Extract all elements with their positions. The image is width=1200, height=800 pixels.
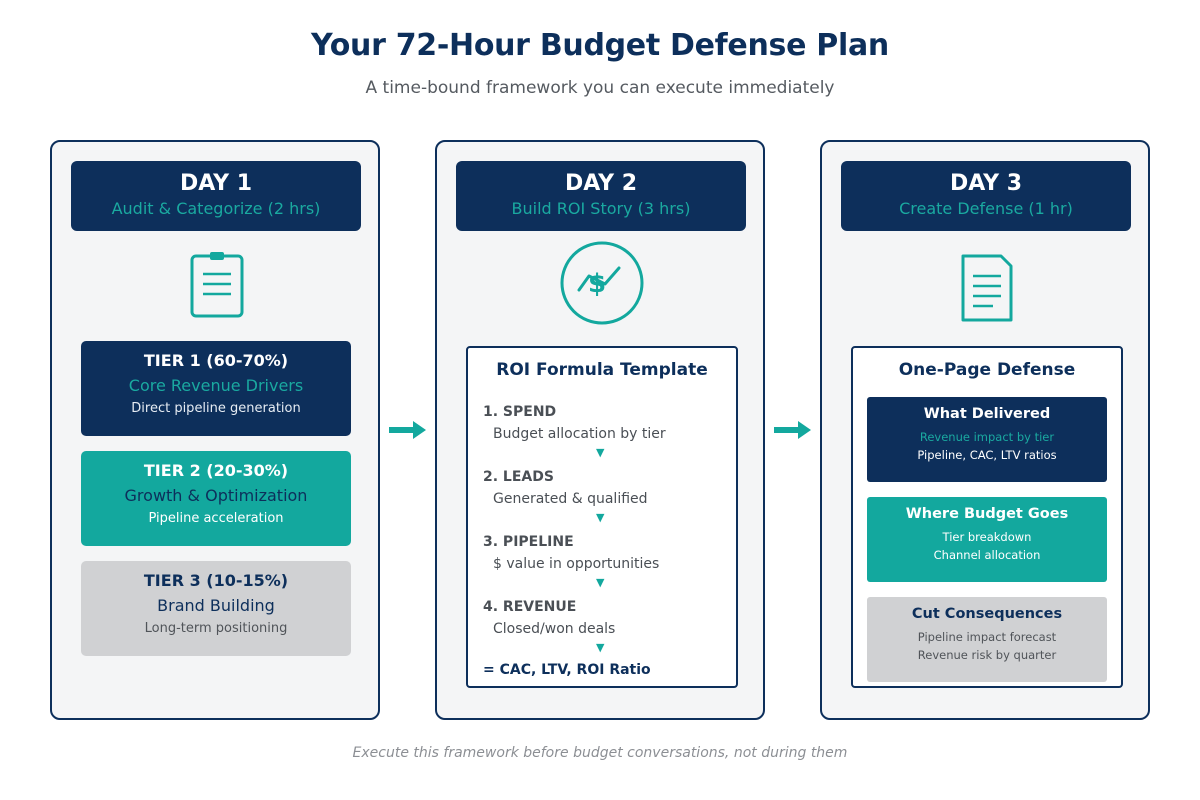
tier-name: Brand Building	[157, 596, 275, 615]
day-2-header: DAY 2 Build ROI Story (3 hrs)	[456, 161, 746, 231]
day-2-title: DAY 2	[564, 171, 638, 196]
roi-step: 3. PIPELINE $ value in opportunities	[483, 534, 723, 572]
tier-title: TIER 2 (20-30%)	[143, 461, 289, 480]
defense-panel-title: One-Page Defense	[898, 360, 1076, 380]
arrow-right-icon	[774, 420, 812, 444]
tier-description: Direct pipeline generation	[131, 401, 301, 416]
footer-note: Execute this framework before budget con…	[352, 745, 848, 761]
box-line: Pipeline, CAC, LTV ratios	[917, 448, 1057, 462]
roi-step: 1. SPEND Budget allocation by tier	[483, 404, 723, 442]
down-arrow-icon: ▼	[596, 576, 605, 589]
page-title: Your 72-Hour Budget Defense Plan	[311, 28, 889, 63]
step-description: Budget allocation by tier	[493, 426, 666, 442]
one-page-defense-panel: One-Page Defense What Delivered Revenue …	[851, 346, 1123, 688]
day-3-subtitle: Create Defense (1 hr)	[899, 199, 1073, 218]
step-description: Closed/won deals	[493, 621, 616, 637]
day-1-subtitle: Audit & Categorize (2 hrs)	[111, 199, 321, 218]
arrow-right-icon	[389, 420, 427, 444]
roi-result: = CAC, LTV, ROI Ratio	[483, 662, 651, 678]
day-3-card: DAY 3 Create Defense (1 hr) One-Page Def…	[820, 140, 1150, 720]
box-line: Tier breakdown	[942, 530, 1032, 544]
tier-description: Long-term positioning	[144, 621, 288, 636]
day-3-title: DAY 3	[949, 171, 1023, 196]
tier-description: Pipeline acceleration	[148, 511, 284, 526]
down-arrow-icon: ▼	[596, 511, 605, 524]
step-label: 2. LEADS	[483, 469, 554, 485]
tier-name: Core Revenue Drivers	[128, 376, 304, 395]
day-1-card: DAY 1 Audit & Categorize (2 hrs) TIER 1 …	[50, 140, 380, 720]
box-line: Channel allocation	[933, 548, 1041, 562]
day-3-header: DAY 3 Create Defense (1 hr)	[841, 161, 1131, 231]
day-2-card: DAY 2 Build ROI Story (3 hrs) $ ROI Form…	[435, 140, 765, 720]
cut-consequences-box: Cut Consequences Pipeline impact forecas…	[867, 597, 1107, 682]
dollar-trend-icon: $	[559, 240, 645, 326]
tier-1-box: TIER 1 (60-70%) Core Revenue Drivers Dir…	[81, 341, 351, 436]
day-1-header: DAY 1 Audit & Categorize (2 hrs)	[71, 161, 361, 231]
box-line: Revenue impact by tier	[919, 430, 1055, 444]
down-arrow-icon: ▼	[596, 446, 605, 459]
step-description: Generated & qualified	[493, 491, 648, 507]
roi-formula-panel: ROI Formula Template 1. SPEND Budget all…	[466, 346, 738, 688]
roi-step: 4. REVENUE Closed/won deals	[483, 599, 723, 637]
tier-name: Growth & Optimization	[124, 486, 308, 505]
step-label: 3. PIPELINE	[483, 534, 574, 550]
roi-panel-title: ROI Formula Template	[496, 360, 708, 380]
box-title: Where Budget Goes	[905, 506, 1069, 522]
page-subtitle: A time-bound framework you can execute i…	[365, 78, 835, 98]
tier-2-box: TIER 2 (20-30%) Growth & Optimization Pi…	[81, 451, 351, 546]
box-title: Cut Consequences	[911, 606, 1063, 622]
box-line: Pipeline impact forecast	[917, 630, 1057, 644]
down-arrow-icon: ▼	[596, 641, 605, 654]
tier-title: TIER 1 (60-70%)	[143, 351, 289, 370]
what-delivered-box: What Delivered Revenue impact by tier Pi…	[867, 397, 1107, 482]
day-2-subtitle: Build ROI Story (3 hrs)	[511, 199, 691, 218]
where-budget-goes-box: Where Budget Goes Tier breakdown Channel…	[867, 497, 1107, 582]
step-label: 4. REVENUE	[483, 599, 577, 615]
day-1-title: DAY 1	[179, 171, 253, 196]
tier-title: TIER 3 (10-15%)	[143, 571, 289, 590]
box-line: Revenue risk by quarter	[917, 648, 1057, 662]
roi-step: 2. LEADS Generated & qualified	[483, 469, 723, 507]
document-icon	[959, 252, 1015, 324]
tier-3-box: TIER 3 (10-15%) Brand Building Long-term…	[81, 561, 351, 656]
box-title: What Delivered	[923, 406, 1051, 422]
step-label: 1. SPEND	[483, 404, 557, 420]
step-description: $ value in opportunities	[493, 556, 660, 572]
clipboard-icon	[189, 250, 245, 320]
